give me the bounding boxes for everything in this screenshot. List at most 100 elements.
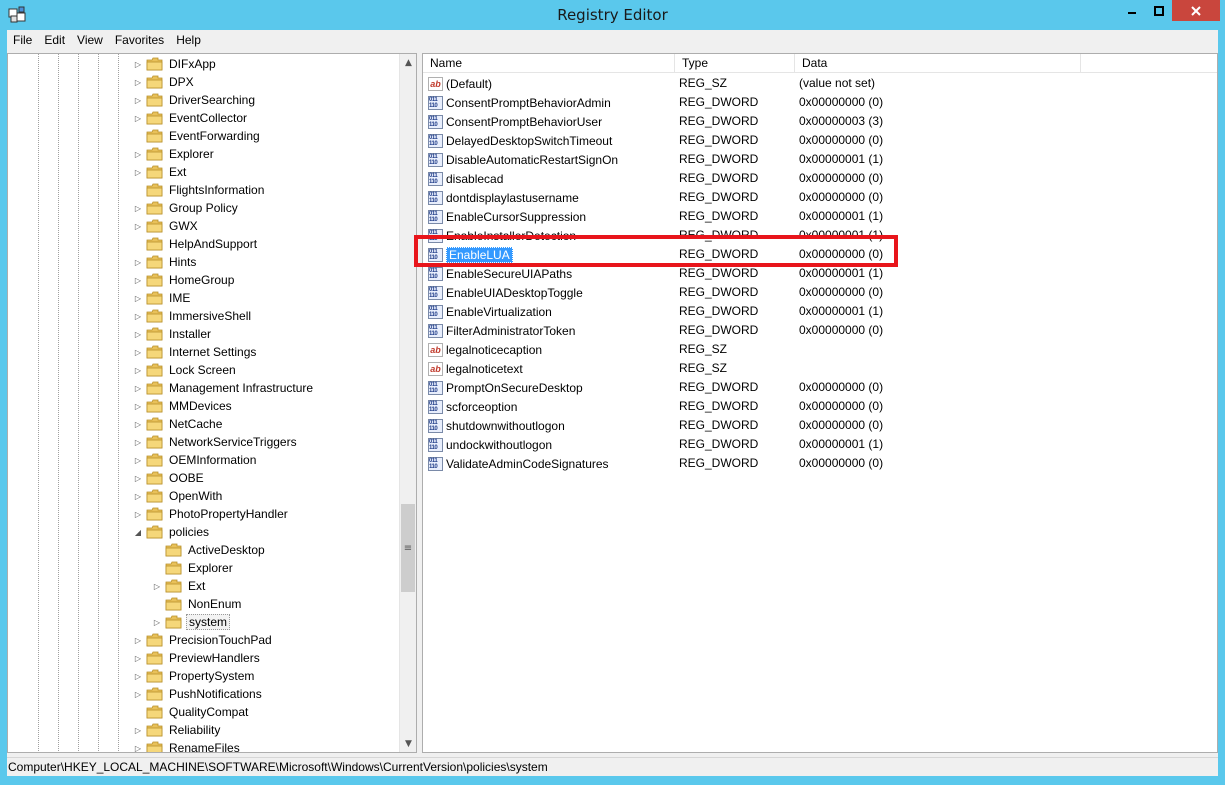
- tree-item[interactable]: ▷ HomeGroup: [133, 271, 236, 289]
- tree-item[interactable]: ▷ PropertySystem: [133, 667, 256, 685]
- expand-arrow-icon[interactable]: ▷: [133, 289, 143, 307]
- expand-arrow-icon[interactable]: ▷: [133, 163, 143, 181]
- expand-arrow-icon[interactable]: ▷: [133, 469, 143, 487]
- tree-item[interactable]: ▷ Installer: [133, 325, 213, 343]
- tree-item[interactable]: EventForwarding: [133, 127, 262, 145]
- value-row[interactable]: 011 110 scforceoption REG_DWORD 0x00000000 …: [423, 397, 1217, 416]
- tree-item[interactable]: QualityCompat: [133, 703, 250, 721]
- tree-item[interactable]: ▷ PrecisionTouchPad: [133, 631, 274, 649]
- tree-item[interactable]: ▷ PreviewHandlers: [133, 649, 262, 667]
- menu-view[interactable]: View: [71, 30, 109, 50]
- tree-item[interactable]: ▷ Explorer: [133, 145, 216, 163]
- tree-item[interactable]: ▷ DIFxApp: [133, 55, 218, 73]
- close-button[interactable]: [1172, 0, 1220, 21]
- value-row[interactable]: 011 110 DisableAutomaticRestartSignOn REG_…: [423, 150, 1217, 169]
- tree-item[interactable]: ▷ IME: [133, 289, 192, 307]
- tree-item[interactable]: ▷ MMDevices: [133, 397, 234, 415]
- column-header-name[interactable]: Name: [423, 54, 675, 73]
- value-row[interactable]: 011 110 shutdownwithoutlogon REG_DWORD 0x00…: [423, 416, 1217, 435]
- tree-item[interactable]: ▷ Hints: [133, 253, 198, 271]
- scroll-down-arrow-icon[interactable]: ▼: [400, 735, 416, 752]
- expand-arrow-icon[interactable]: ▷: [133, 487, 143, 505]
- expand-arrow-icon[interactable]: ▷: [133, 307, 143, 325]
- maximize-button[interactable]: [1145, 0, 1172, 21]
- tree-item[interactable]: FlightsInformation: [133, 181, 266, 199]
- expand-arrow-icon[interactable]: ▷: [133, 721, 143, 739]
- expand-arrow-icon[interactable]: ▷: [133, 415, 143, 433]
- expand-arrow-icon[interactable]: ▷: [133, 631, 143, 649]
- scroll-up-arrow-icon[interactable]: ▲: [400, 54, 416, 71]
- expand-arrow-icon[interactable]: ▷: [133, 325, 143, 343]
- value-row[interactable]: 011 110 PromptOnSecureDesktop REG_DWORD 0x0…: [423, 378, 1217, 397]
- expand-arrow-icon[interactable]: ▷: [133, 451, 143, 469]
- expand-arrow-icon[interactable]: ▷: [133, 343, 143, 361]
- value-row[interactable]: 011 110 ConsentPromptBehaviorUser REG_DWOR…: [423, 112, 1217, 131]
- expand-arrow-icon[interactable]: ▷: [133, 667, 143, 685]
- expand-arrow-icon[interactable]: ▷: [133, 649, 143, 667]
- value-row[interactable]: 011 110 disablecad REG_DWORD 0x00000000 (0): [423, 169, 1217, 188]
- column-header-type[interactable]: Type: [675, 54, 795, 73]
- tree-item[interactable]: ▷ PushNotifications: [133, 685, 264, 703]
- collapse-arrow-icon[interactable]: ◢: [133, 523, 143, 541]
- value-row[interactable]: 011 110 EnableUIADesktopToggle REG_DWORD 0x…: [423, 283, 1217, 302]
- tree-item[interactable]: ▷ GWX: [133, 217, 200, 235]
- expand-arrow-icon[interactable]: ▷: [133, 199, 143, 217]
- expand-arrow-icon[interactable]: ▷: [133, 361, 143, 379]
- tree-item[interactable]: ▷ DPX: [133, 73, 196, 91]
- tree-item[interactable]: ◢ policies: [133, 523, 211, 541]
- expand-arrow-icon[interactable]: ▷: [133, 73, 143, 91]
- tree-item[interactable]: ▷ DriverSearching: [133, 91, 257, 109]
- menu-edit[interactable]: Edit: [38, 30, 71, 50]
- value-row[interactable]: 011 110 EnableCursorSuppression REG_DWORD 0…: [423, 207, 1217, 226]
- expand-arrow-icon[interactable]: ▷: [133, 379, 143, 397]
- expand-arrow-icon[interactable]: ▷: [152, 577, 162, 595]
- tree-item[interactable]: ▷ EventCollector: [133, 109, 249, 127]
- values-list-pane[interactable]: Name Type Data ab (Default) REG_SZ (value n…: [422, 53, 1218, 753]
- value-row[interactable]: ab (Default) REG_SZ (value not set): [423, 74, 1217, 93]
- tree-item[interactable]: HelpAndSupport: [133, 235, 259, 253]
- expand-arrow-icon[interactable]: ▷: [152, 613, 162, 631]
- title-bar[interactable]: Registry Editor: [0, 0, 1225, 30]
- tree-item[interactable]: ▷ OOBE: [133, 469, 206, 487]
- expand-arrow-icon[interactable]: ▷: [133, 253, 143, 271]
- tree-item[interactable]: ▷ Ext: [152, 577, 207, 595]
- value-row[interactable]: 011 110 FilterAdministratorToken REG_DWORD…: [423, 321, 1217, 340]
- tree-item[interactable]: ▷ Ext: [133, 163, 188, 181]
- value-row[interactable]: 011 110 ConsentPromptBehaviorAdmin REG_DWO…: [423, 93, 1217, 112]
- tree-item[interactable]: ▷ NetCache: [133, 415, 224, 433]
- tree-item[interactable]: ▷ Lock Screen: [133, 361, 238, 379]
- tree-item[interactable]: ▷ Internet Settings: [133, 343, 258, 361]
- tree-item[interactable]: Explorer: [152, 559, 235, 577]
- minimize-button[interactable]: [1118, 0, 1145, 21]
- menu-help[interactable]: Help: [170, 30, 207, 50]
- tree-item[interactable]: ▷ NetworkServiceTriggers: [133, 433, 299, 451]
- tree-item[interactable]: ▷ RenameFiles: [133, 739, 242, 753]
- value-row[interactable]: 011 110 undockwithoutlogon REG_DWORD 0x0000…: [423, 435, 1217, 454]
- value-row[interactable]: ab legalnoticecaption REG_SZ: [423, 340, 1217, 359]
- value-row[interactable]: 011 110 ValidateAdminCodeSignatures REG_DW…: [423, 454, 1217, 473]
- scroll-thumb[interactable]: ≡: [401, 504, 415, 592]
- tree-item[interactable]: ▷ ImmersiveShell: [133, 307, 253, 325]
- tree-item[interactable]: ActiveDesktop: [152, 541, 267, 559]
- tree-item[interactable]: ▷ Group Policy: [133, 199, 240, 217]
- expand-arrow-icon[interactable]: ▷: [133, 145, 143, 163]
- value-row[interactable]: ab legalnoticetext REG_SZ: [423, 359, 1217, 378]
- expand-arrow-icon[interactable]: ▷: [133, 109, 143, 127]
- expand-arrow-icon[interactable]: ▷: [133, 55, 143, 73]
- expand-arrow-icon[interactable]: ▷: [133, 217, 143, 235]
- tree-item[interactable]: ▷ system: [152, 613, 231, 631]
- tree-item[interactable]: NonEnum: [152, 595, 243, 613]
- tree-item[interactable]: ▷ PhotoPropertyHandler: [133, 505, 290, 523]
- menu-file[interactable]: File: [7, 30, 38, 50]
- expand-arrow-icon[interactable]: ▷: [133, 505, 143, 523]
- key-tree-pane[interactable]: ▷ DIFxApp ▷ DPX ▷ DriverSearching ▷ EventCollec…: [7, 53, 417, 753]
- tree-item[interactable]: ▷ Reliability: [133, 721, 222, 739]
- column-header-data[interactable]: Data: [795, 54, 1081, 73]
- tree-vertical-scrollbar[interactable]: ▲ ≡ ▼: [399, 54, 416, 752]
- expand-arrow-icon[interactable]: ▷: [133, 397, 143, 415]
- tree-item[interactable]: ▷ OpenWith: [133, 487, 224, 505]
- expand-arrow-icon[interactable]: ▷: [133, 433, 143, 451]
- expand-arrow-icon[interactable]: ▷: [133, 271, 143, 289]
- expand-arrow-icon[interactable]: ▷: [133, 739, 143, 753]
- expand-arrow-icon[interactable]: ▷: [133, 91, 143, 109]
